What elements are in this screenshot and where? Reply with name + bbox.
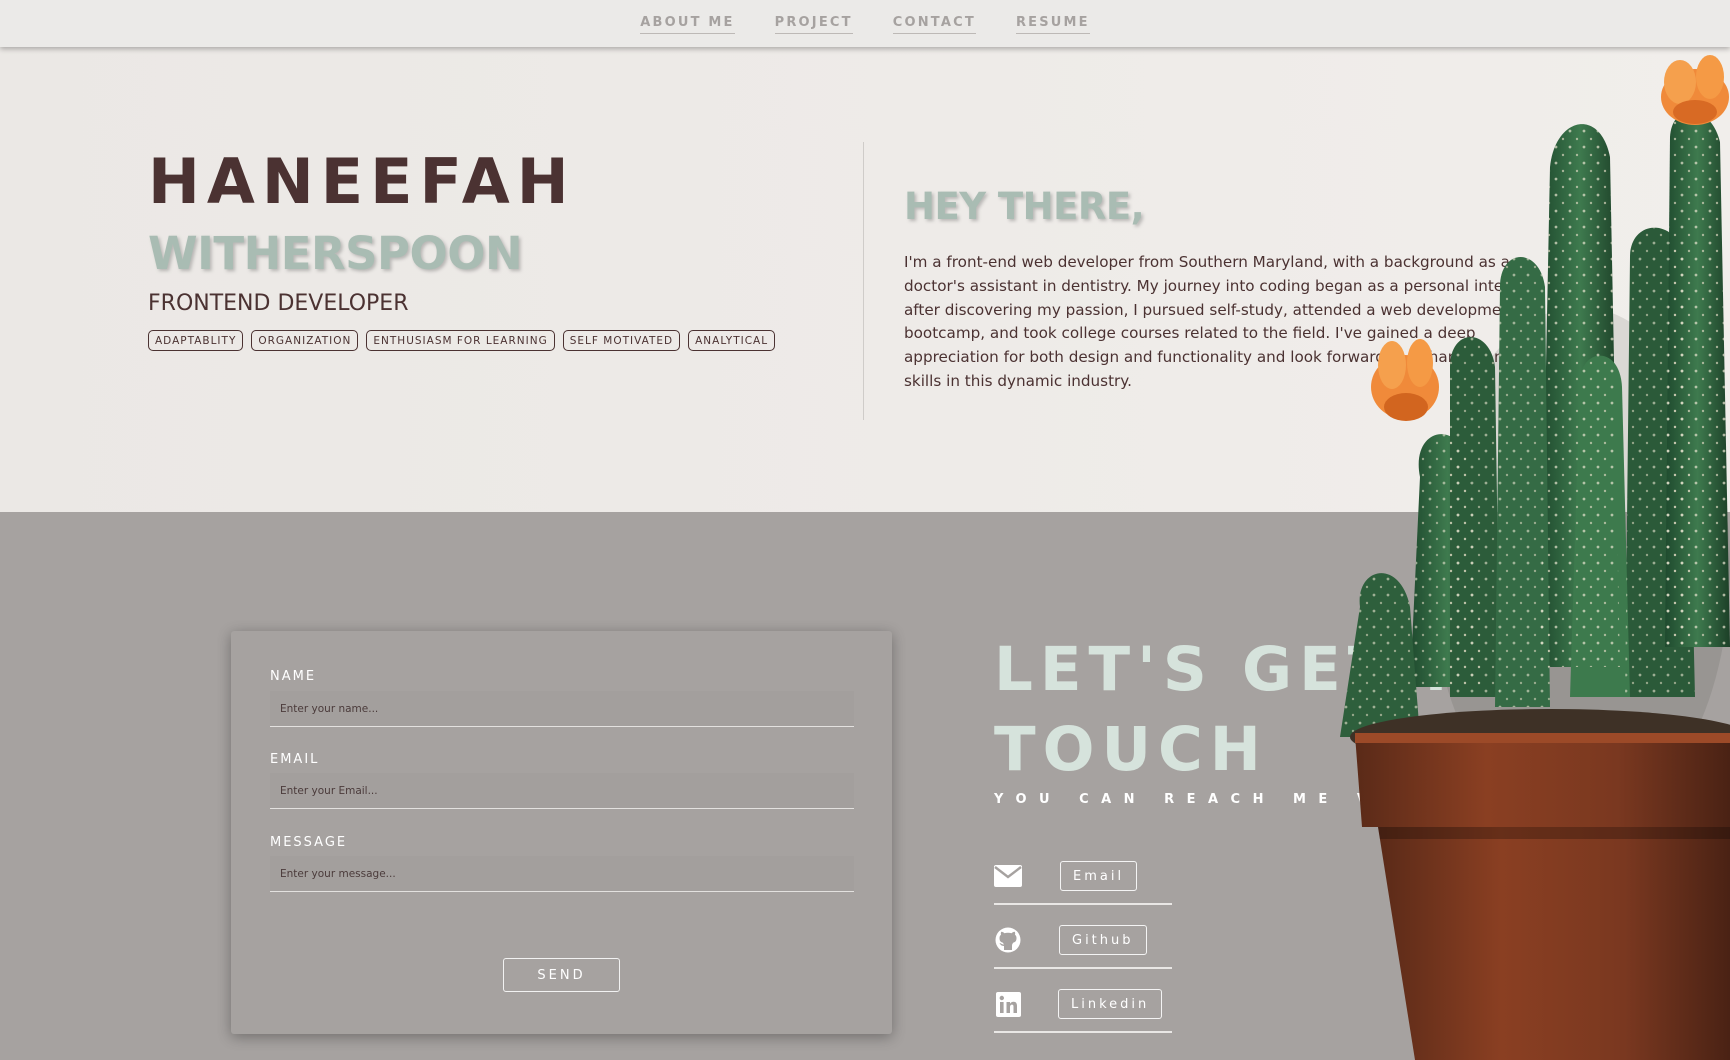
- last-name: WITHERSPOON: [148, 227, 523, 280]
- skill-tag: ORGANIZATION: [251, 330, 359, 351]
- greeting-heading: HEY THERE,: [904, 185, 1145, 228]
- skill-tag: SELF MOTIVATED: [562, 330, 681, 351]
- email-link-row: Email: [994, 845, 1172, 905]
- first-name: HANEEFAH: [148, 145, 576, 218]
- cactus-plant-image: [1340, 55, 1730, 1060]
- email-label: EMAIL: [270, 752, 320, 767]
- nav-contact[interactable]: CONTACT: [892, 15, 976, 34]
- github-link-button[interactable]: Github: [1059, 925, 1147, 955]
- linkedin-icon: [994, 990, 1022, 1018]
- message-input[interactable]: [270, 856, 854, 892]
- message-label: MESSAGE: [270, 835, 348, 850]
- vertical-divider: [863, 142, 864, 420]
- github-icon: [994, 926, 1022, 954]
- nav-project[interactable]: PROJECT: [774, 15, 853, 34]
- skill-tag: ENTHUSIASM FOR LEARNING: [366, 330, 555, 351]
- name-label: NAME: [270, 669, 317, 684]
- name-input[interactable]: [270, 691, 854, 727]
- contact-form: NAME EMAIL MESSAGE SEND: [231, 631, 892, 1034]
- job-title: FRONTEND DEVELOPER: [148, 291, 409, 316]
- skill-tag: ADAPTABLITY: [148, 330, 244, 351]
- top-nav: ABOUT ME PROJECT CONTACT RESUME: [0, 0, 1730, 47]
- nav-about-me[interactable]: ABOUT ME: [640, 15, 735, 34]
- email-link-button[interactable]: Email: [1060, 861, 1138, 891]
- envelope-icon: [994, 862, 1022, 890]
- skill-tags: ADAPTABLITY ORGANIZATION ENTHUSIASM FOR …: [148, 330, 776, 351]
- skill-tag: ANALYTICAL: [688, 330, 776, 351]
- linkedin-link-row: Linkedin: [994, 973, 1172, 1033]
- linkedin-link-button[interactable]: Linkedin: [1058, 989, 1163, 1019]
- nav-resume[interactable]: RESUME: [1015, 15, 1090, 34]
- github-link-row: Github: [994, 909, 1172, 969]
- send-button[interactable]: SEND: [503, 958, 620, 992]
- email-input[interactable]: [270, 773, 854, 809]
